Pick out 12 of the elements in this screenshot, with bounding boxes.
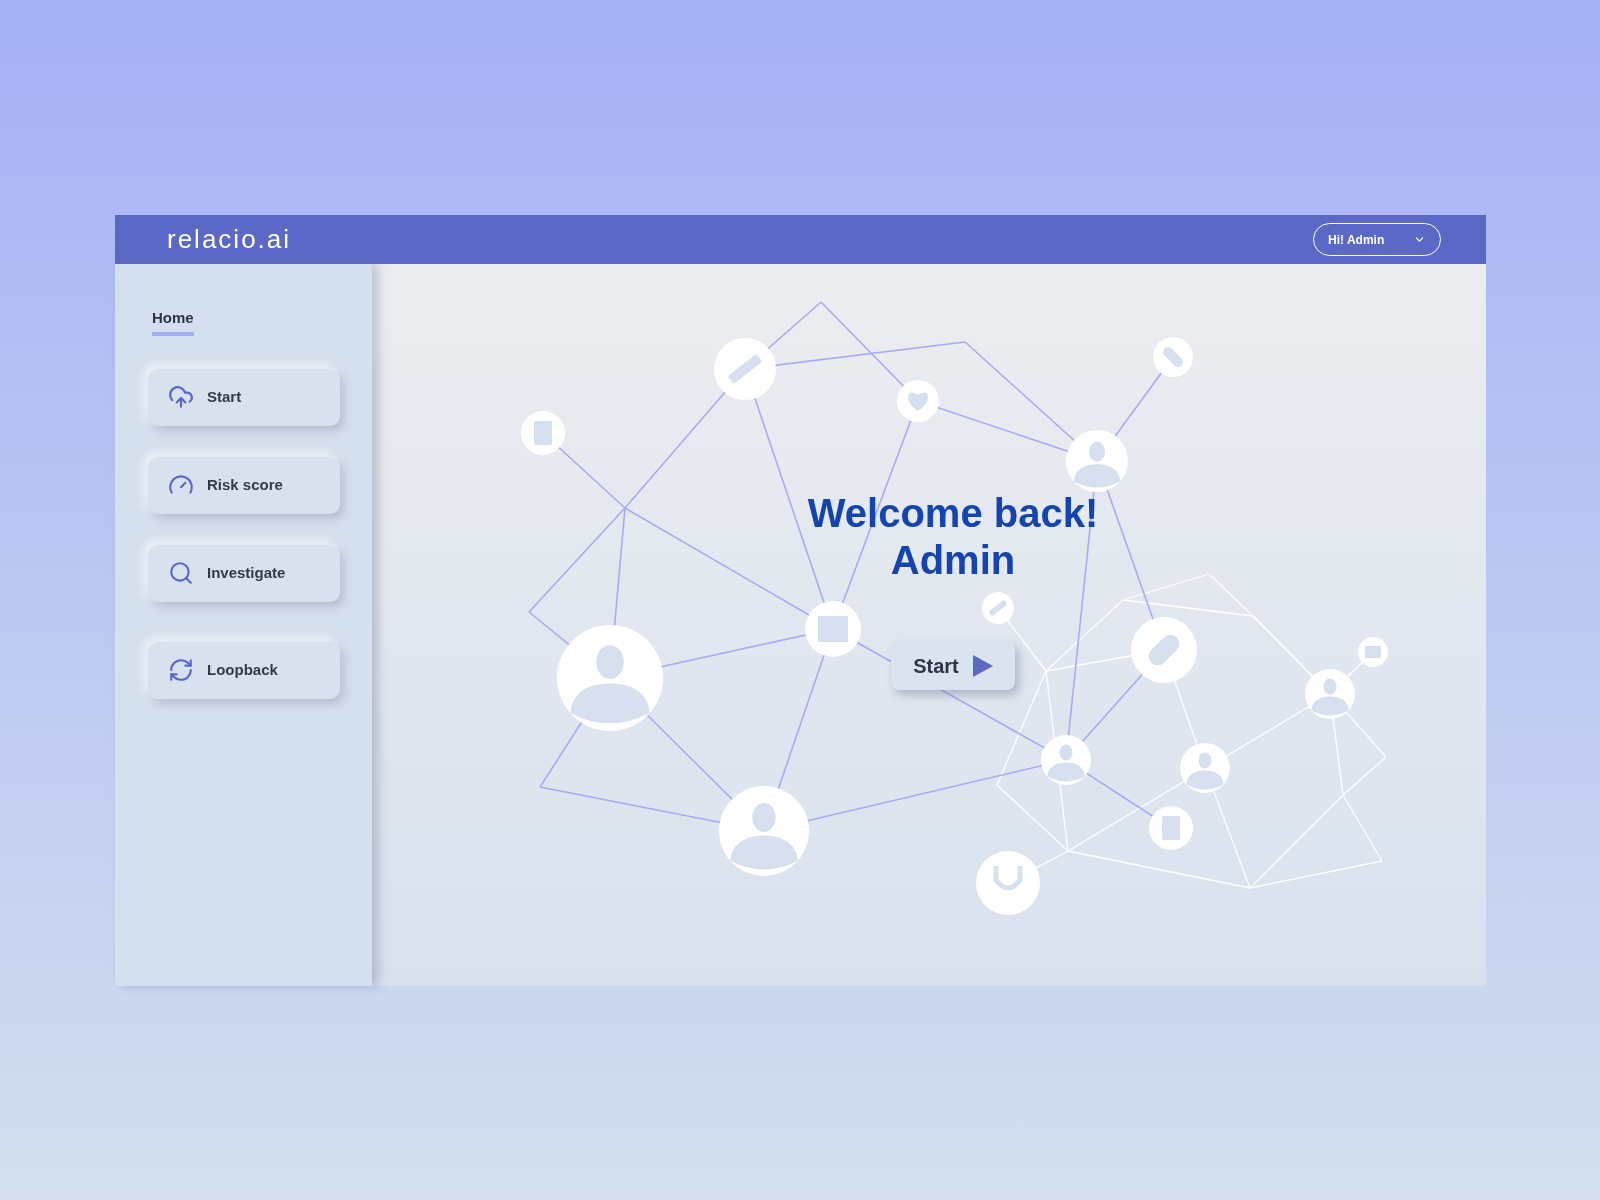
- logo: relacio.ai: [167, 223, 292, 256]
- nav-button[interactable]: Loopback: [148, 641, 340, 699]
- search-icon: [168, 560, 194, 586]
- refresh-icon: [168, 657, 194, 683]
- play-icon: [972, 655, 993, 677]
- home-tab[interactable]: Home: [152, 307, 194, 336]
- start-button[interactable]: Start: [891, 642, 1015, 690]
- cloud-upload-icon: [168, 384, 194, 410]
- nav-button[interactable]: Investigate: [148, 544, 340, 602]
- nav-button[interactable]: Risk score: [148, 456, 340, 514]
- welcome-heading: Welcome back! Admin: [807, 490, 1099, 584]
- nav-button[interactable]: Start: [148, 368, 340, 426]
